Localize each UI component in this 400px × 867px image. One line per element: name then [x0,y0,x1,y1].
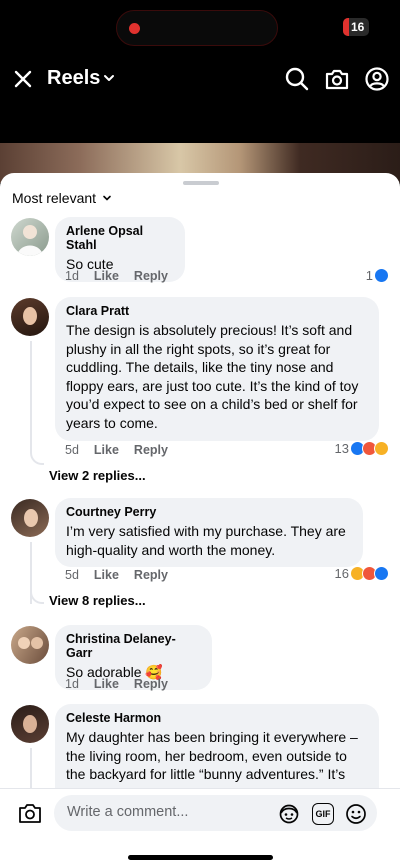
comment-time: 1d [65,269,79,283]
reply-button[interactable]: Reply [134,568,168,582]
comment-author[interactable]: Christina Delaney-Garr [66,632,201,660]
comment-input-pill: GIF [54,795,377,831]
comment-input[interactable] [67,804,267,820]
comment-text: My daughter has been bringing it everywh… [66,729,358,783]
battery-percent: 16 [351,20,365,34]
view-replies-link[interactable]: View 8 replies... [49,593,146,608]
like-reaction-icon [374,566,389,581]
avatar[interactable] [11,499,49,537]
avatar[interactable] [11,626,49,664]
emoji-icon[interactable] [345,803,367,825]
chevron-down-icon [103,195,111,201]
avatar-photo [23,715,37,733]
home-indicator [128,855,273,860]
comment-author[interactable]: Celeste Harmon [66,711,368,725]
reply-thread-curve [30,592,44,604]
avatar-photo [23,307,37,325]
avatar-photo [18,637,43,649]
recording-indicator-icon [129,23,140,34]
reaction-count: 1 [365,268,373,283]
search-icon[interactable] [284,66,310,92]
comment-time: 5d [65,568,79,582]
reply-thread-curve [30,453,44,465]
avatar[interactable] [11,298,49,336]
comment-author[interactable]: Courtney Perry [66,505,352,519]
reaction-count: 16 [334,566,349,581]
camera-icon[interactable] [17,800,43,826]
reaction-summary[interactable]: 13 [335,441,389,456]
avatar-photo [17,225,43,256]
comment-text: I’m very satisfied with my purchase. The… [66,523,346,558]
comments-sheet: Most relevant Arlene Opsal Stahl So cute… [0,173,400,867]
comment-actions: 1d Like Reply [65,269,168,283]
haha-reaction-icon [374,441,389,456]
drag-handle[interactable] [183,181,219,185]
comment-actions: 1d Like Reply [65,677,168,691]
comment-actions: 5d Like Reply [65,443,168,457]
reply-button[interactable]: Reply [134,677,168,691]
battery-indicator: 16 [343,18,369,36]
close-icon[interactable] [12,68,34,90]
reply-button[interactable]: Reply [134,443,168,457]
like-reaction-icon [374,268,389,283]
avatar[interactable] [11,705,49,743]
reaction-count: 13 [334,441,349,456]
camera-icon[interactable] [324,66,350,92]
comment-time: 1d [65,677,79,691]
like-button[interactable]: Like [94,568,119,582]
comment-composer: GIF [0,788,400,867]
reply-button[interactable]: Reply [134,269,168,283]
like-button[interactable]: Like [94,677,119,691]
sort-label: Most relevant [12,190,97,206]
reels-header: Reels [0,56,400,106]
chevron-down-icon[interactable] [102,71,116,85]
gif-label: GIF [315,809,331,819]
comment-bubble[interactable]: Courtney Perry I’m very satisfied with m… [55,498,363,568]
reaction-summary[interactable]: 1 [366,268,389,283]
battery-level [343,18,349,36]
reaction-summary[interactable]: 16 [335,566,389,581]
sort-dropdown[interactable]: Most relevant [12,190,112,206]
profile-icon[interactable] [364,66,390,92]
comment-time: 5d [65,443,79,457]
comment-bubble[interactable]: Clara Pratt The design is absolutely pre… [55,297,379,441]
status-bar: 16 [0,0,400,56]
comment-author[interactable]: Clara Pratt [66,304,368,318]
view-replies-link[interactable]: View 2 replies... [49,468,146,483]
comment-actions: 5d Like Reply [65,568,168,582]
avatar-sticker-icon[interactable] [278,803,300,825]
gif-icon[interactable]: GIF [312,803,334,825]
comment-text: The design is absolutely precious! It’s … [66,322,359,431]
like-button[interactable]: Like [94,269,119,283]
comment-author[interactable]: Arlene Opsal Stahl [66,224,174,252]
avatar-photo [24,509,38,527]
reply-thread-line [30,341,32,453]
like-button[interactable]: Like [94,443,119,457]
dynamic-island [116,10,278,46]
avatar[interactable] [11,218,49,256]
page-title[interactable]: Reels [47,67,100,90]
